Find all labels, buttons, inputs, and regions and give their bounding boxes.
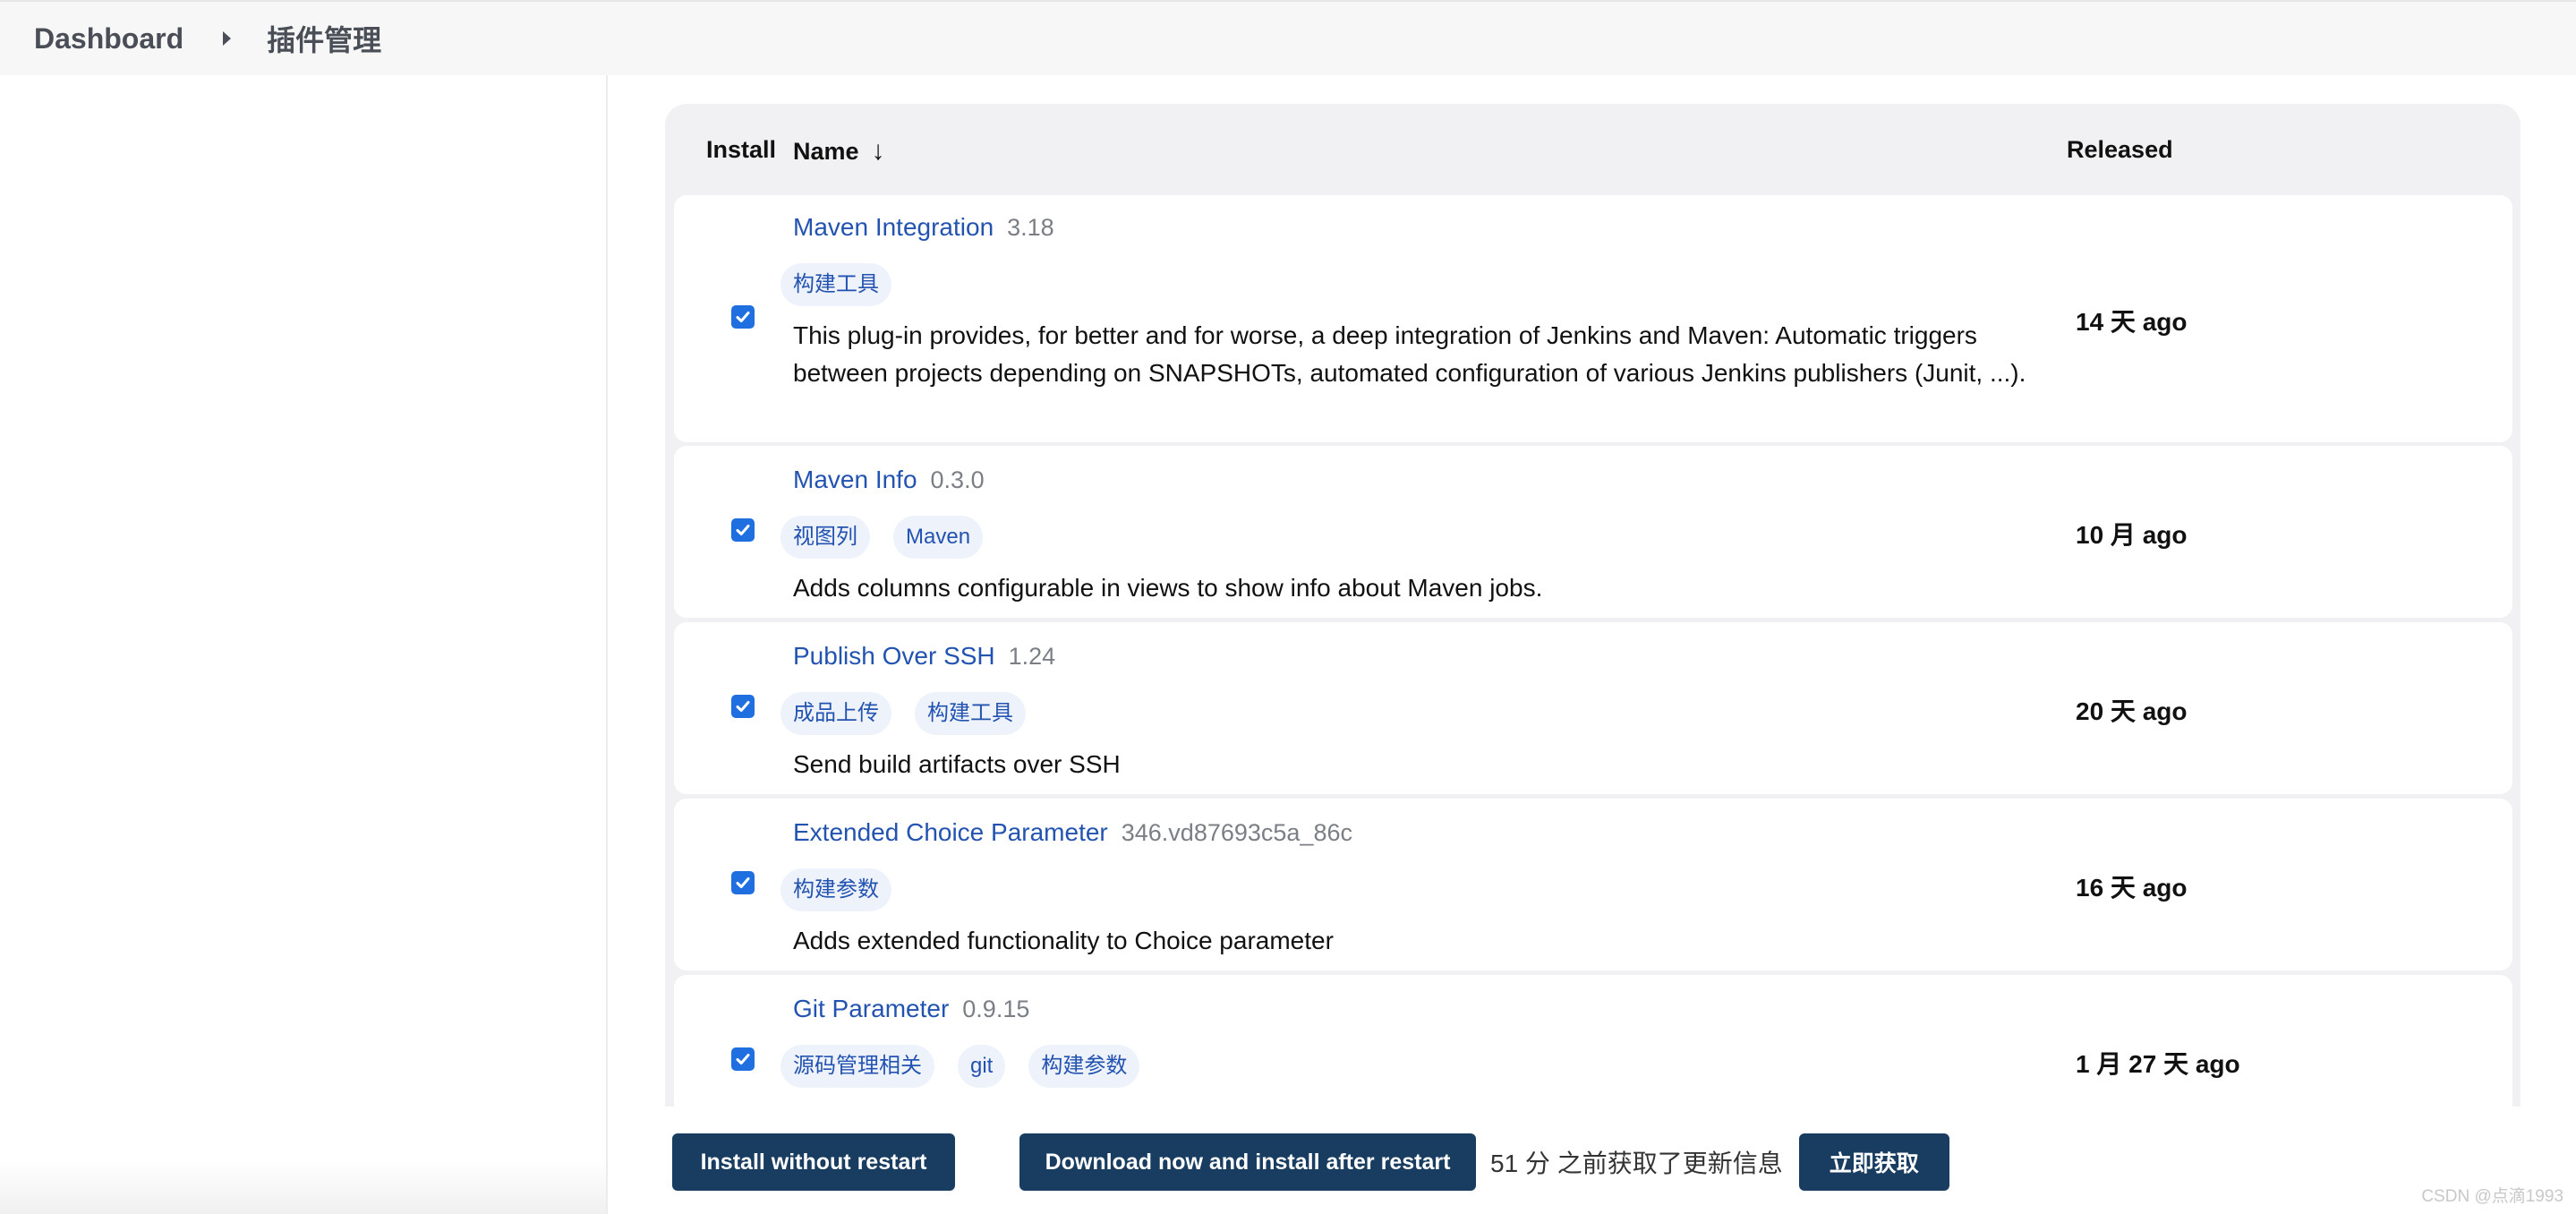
plugin-info: Git Parameter 0.9.15 源码管理相关 git 构建参数 [780,995,2046,1088]
plugin-version: 0.9.15 [962,996,1030,1022]
breadcrumb-current-page: 插件管理 [267,24,382,56]
table-row: Git Parameter 0.9.15 源码管理相关 git 构建参数 1 月… [674,975,2512,1107]
plugin-version: 346.vd87693c5a_86c [1121,819,1352,846]
plugin-tag[interactable]: 构建参数 [780,868,891,911]
plugin-tags: 构建工具 [780,263,2046,306]
column-header-install: Install [706,136,777,163]
breadcrumb: Dashboard 插件管理 [0,0,2576,75]
install-footer: Install without restart Download now and… [672,1133,1949,1191]
plugin-tag[interactable]: 成品上传 [780,692,891,735]
install-checkbox[interactable] [731,1047,755,1071]
table-header: Install Name ↓ Released [665,104,2521,193]
plugin-tag[interactable]: 构建工具 [915,692,1026,735]
plugin-manager-page: Dashboard 插件管理 Install Name ↓ Released Ma… [0,0,2576,1214]
chevron-right-icon[interactable] [223,31,232,46]
plugin-tags: 构建参数 [780,868,2046,911]
plugin-tags: 成品上传 构建工具 [780,692,2046,735]
checkmark-icon [736,701,750,712]
plugin-tag[interactable]: 视图列 [780,516,870,559]
plugin-tags: 视图列 Maven [780,516,2046,559]
plugin-table: Install Name ↓ Released Maven Integration… [665,104,2521,1107]
plugin-description: This plug-in provides, for better and fo… [793,321,2026,387]
table-row: Extended Choice Parameter 346.vd87693c5a… [674,799,2512,970]
plugin-version: 0.3.0 [930,466,985,493]
fetch-now-button[interactable]: 立即获取 [1798,1133,1949,1191]
sidebar-divider [606,75,608,1214]
plugin-info: Extended Choice Parameter 346.vd87693c5a… [780,818,2046,960]
checkmark-icon [736,525,750,535]
install-checkbox[interactable] [731,871,755,894]
plugin-description: Send build artifacts over SSH [793,750,1121,778]
plugin-tag[interactable]: git [958,1045,1006,1088]
plugin-info: Maven Integration 3.18 构建工具 This plug-in… [780,213,2046,392]
plugin-name-link[interactable]: Maven Info [793,466,917,494]
plugin-released: 16 天 ago [2076,874,2188,902]
plugin-released: 14 天 ago [2076,308,2188,336]
install-checkbox[interactable] [731,305,755,329]
plugin-version: 1.24 [1008,643,1056,670]
checkmark-icon [736,877,750,888]
plugin-version: 3.18 [1007,214,1054,241]
plugin-tag[interactable]: Maven [893,516,984,559]
watermark: CSDN @点滴1993 [2421,1187,2563,1206]
install-checkbox[interactable] [731,695,755,718]
plugin-tag[interactable]: 源码管理相关 [780,1045,934,1088]
column-header-name-label: Name [793,138,859,165]
checkmark-icon [736,1054,750,1064]
table-row: Publish Over SSH 1.24 成品上传 构建工具 Send bui… [674,622,2512,794]
install-checkbox[interactable] [731,518,755,542]
plugin-tag[interactable]: 构建参数 [1028,1045,1140,1088]
plugin-info: Publish Over SSH 1.24 成品上传 构建工具 Send bui… [780,642,2046,783]
plugin-name-link[interactable]: Maven Integration [793,213,994,242]
sidebar-bottom-shadow [0,1160,606,1214]
plugin-released: 20 天 ago [2076,697,2188,725]
plugin-tag[interactable]: 构建工具 [780,263,891,306]
checkmark-icon [736,312,750,322]
sort-arrow-icon: ↓ [871,136,885,166]
plugin-description: Adds columns configurable in views to sh… [793,574,1543,602]
plugin-name-link[interactable]: Publish Over SSH [793,642,995,671]
download-install-after-restart-button[interactable]: Download now and install after restart [1019,1133,1476,1191]
plugin-released: 1 月 27 天 ago [2076,1050,2240,1078]
column-header-name[interactable]: Name ↓ [793,136,885,167]
install-without-restart-button[interactable]: Install without restart [672,1133,955,1191]
plugin-name-link[interactable]: Git Parameter [793,995,949,1023]
table-row: Maven Integration 3.18 构建工具 This plug-in… [674,195,2512,442]
plugin-released: 10 月 ago [2076,521,2188,549]
plugin-name-link[interactable]: Extended Choice Parameter [793,818,1108,847]
update-info-text: 51 分 之前获取了更新信息 [1490,1150,1783,1177]
plugin-tags: 源码管理相关 git 构建参数 [780,1045,2046,1088]
plugin-info: Maven Info 0.3.0 视图列 Maven Adds columns … [780,466,2046,607]
plugin-description: Adds extended functionality to Choice pa… [793,927,1334,954]
column-header-released[interactable]: Released [2067,136,2173,164]
breadcrumb-dashboard-link[interactable]: Dashboard [34,22,183,56]
table-row: Maven Info 0.3.0 视图列 Maven Adds columns … [674,446,2512,618]
